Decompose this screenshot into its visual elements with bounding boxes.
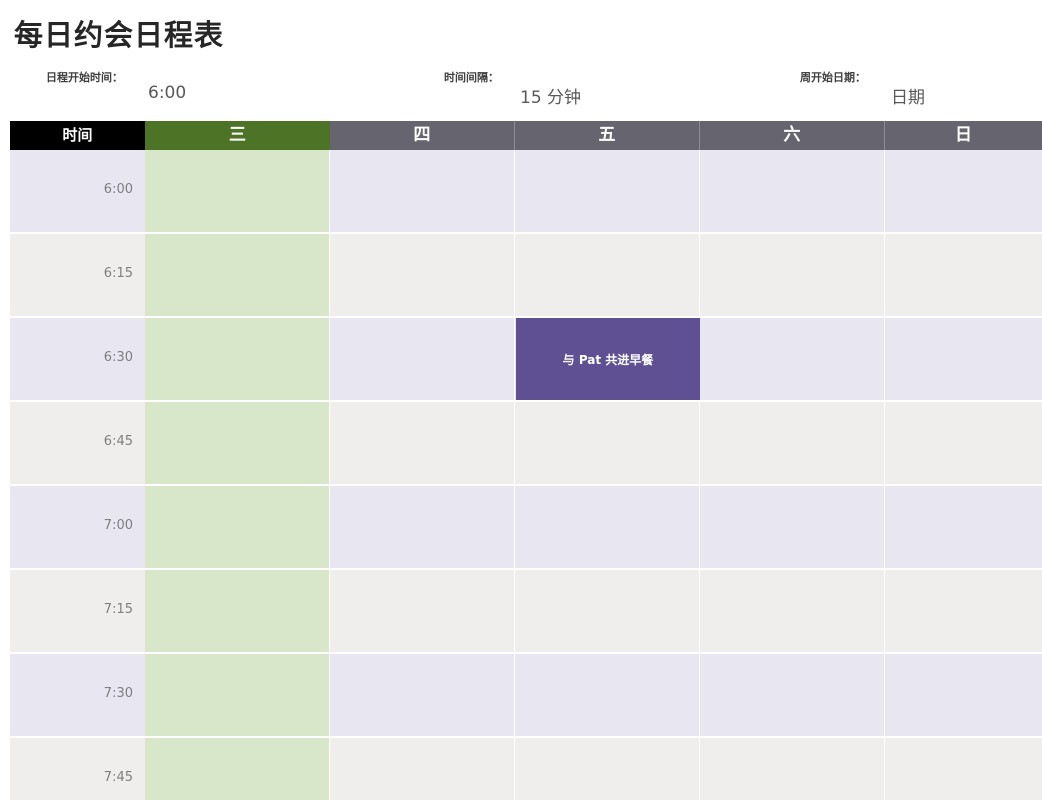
slot-cell[interactable] [515,234,700,318]
slot-cell[interactable] [700,318,885,402]
header-day-wed[interactable]: 三 [145,121,330,150]
time-cell: 7:15 [10,570,145,654]
time-label: 7:00 [103,518,133,533]
slot-cell[interactable] [145,402,330,486]
schedule-page: 每日约会日程表 日程开始时间： 6:00 时间间隔： 15 分钟 周开始日期： … [0,0,1042,800]
slot-cell[interactable] [515,150,700,234]
slot-cell[interactable] [515,570,700,654]
time-label: 6:15 [103,266,133,281]
start-time-input[interactable]: 6:00 [148,83,186,103]
time-row: 7:00 [10,486,1042,570]
slot-cell[interactable] [145,318,330,402]
time-cell: 6:30 [10,318,145,402]
slot-cell[interactable] [700,738,885,800]
time-label: 7:30 [103,686,133,701]
slot-cell[interactable] [145,234,330,318]
slot-cell[interactable] [330,654,515,738]
slot-cell[interactable] [330,486,515,570]
slot-cell[interactable] [515,654,700,738]
slot-cell[interactable] [330,402,515,486]
slot-cell[interactable] [885,738,1042,800]
interval-label: 时间间隔： [444,71,499,84]
time-label: 6:45 [103,434,133,449]
time-cell: 6:45 [10,402,145,486]
time-row: 6:45 [10,402,1042,486]
time-cell: 7:45 [10,738,145,800]
header-day-fri[interactable]: 五 [515,121,700,150]
slot-cell[interactable] [885,150,1042,234]
time-label: 7:15 [103,602,133,617]
time-cell: 7:30 [10,654,145,738]
slot-cell[interactable] [145,570,330,654]
time-row: 7:45 [10,738,1042,800]
header-day-sun[interactable]: 日 [885,121,1042,150]
interval-input[interactable]: 15 分钟 [520,83,581,108]
slot-cell[interactable] [885,570,1042,654]
slot-cell[interactable] [515,738,700,800]
header-day-thu[interactable]: 四 [330,121,515,150]
slot-cell[interactable] [885,318,1042,402]
slot-cell[interactable] [700,570,885,654]
time-row: 6:15 [10,234,1042,318]
slot-cell[interactable] [145,486,330,570]
slot-cell[interactable] [515,402,700,486]
header-time: 时间 [10,121,145,150]
slot-cell[interactable] [330,570,515,654]
slot-cell[interactable] [515,486,700,570]
week-start-label: 周开始日期： [800,71,866,84]
time-cell: 7:00 [10,486,145,570]
time-label: 7:45 [103,770,133,785]
header-day-sat[interactable]: 六 [700,121,885,150]
page-title: 每日约会日程表 [14,18,225,52]
schedule-header-row: 时间 三 四 五 六 日 [10,121,1042,150]
time-row: 7:30 [10,654,1042,738]
slot-cell[interactable] [145,738,330,800]
slot-cell[interactable] [145,150,330,234]
time-label: 6:30 [103,350,133,365]
slot-cell[interactable] [885,654,1042,738]
schedule-grid: 6:00 6:15 6:30 6:45 7:00 7:15 7:30 7:45 [10,150,1042,800]
slot-cell[interactable] [700,402,885,486]
slot-cell[interactable] [700,486,885,570]
week-start-input[interactable]: 日期 [891,83,925,108]
slot-cell[interactable] [700,234,885,318]
time-label: 6:00 [103,182,133,197]
time-cell: 6:00 [10,150,145,234]
slot-cell[interactable] [145,654,330,738]
appointment-event[interactable]: 与 Pat 共进早餐 [516,318,700,400]
slot-cell[interactable] [885,486,1042,570]
start-time-label: 日程开始时间： [46,71,123,84]
slot-cell[interactable] [330,150,515,234]
slot-cell[interactable] [700,150,885,234]
slot-cell[interactable] [700,654,885,738]
slot-cell[interactable] [885,402,1042,486]
time-row: 7:15 [10,570,1042,654]
slot-cell[interactable] [885,234,1042,318]
slot-cell[interactable] [330,318,515,402]
slot-cell[interactable] [330,738,515,800]
time-cell: 6:15 [10,234,145,318]
slot-cell[interactable] [330,234,515,318]
time-row: 6:00 [10,150,1042,234]
